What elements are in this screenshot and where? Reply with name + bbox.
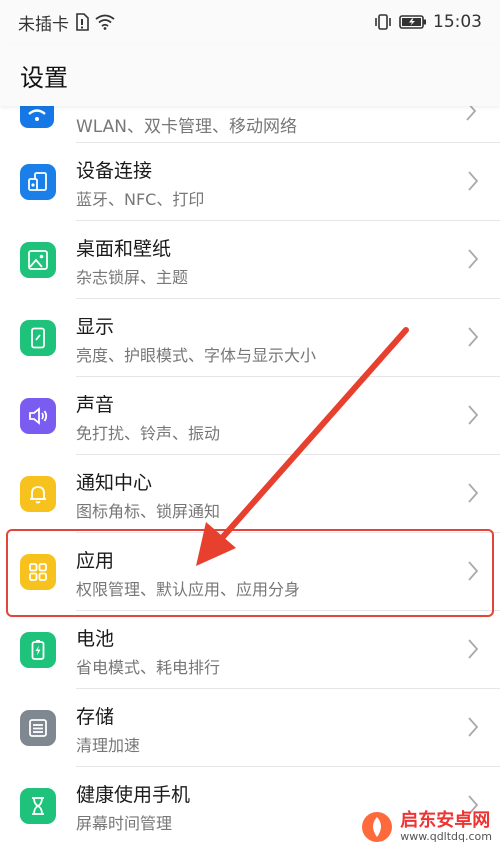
settings-item-subtitle: 杂志锁屏、主题 bbox=[76, 268, 189, 287]
settings-item-storage[interactable]: 存储 清理加速 bbox=[0, 688, 500, 766]
settings-item-wireless[interactable]: WLAN、双卡管理、移动网络 bbox=[0, 106, 500, 142]
row-divider bbox=[76, 610, 500, 611]
wifi-signal-icon bbox=[95, 14, 115, 30]
bell-icon bbox=[20, 476, 56, 512]
chevron-right-icon bbox=[468, 327, 479, 347]
settings-item-subtitle: 权限管理、默认应用、应用分身 bbox=[76, 580, 301, 599]
no-sim-icon bbox=[76, 13, 89, 31]
clock-text: 15:03 bbox=[433, 12, 482, 32]
settings-item-notifications[interactable]: 通知中心 图标角标、锁屏通知 bbox=[0, 454, 500, 532]
settings-item-battery[interactable]: 电池 省电模式、耗电排行 bbox=[0, 610, 500, 688]
vibrate-icon bbox=[375, 14, 391, 30]
display-icon bbox=[20, 320, 56, 356]
row-divider bbox=[76, 376, 500, 377]
carrier-text: 未插卡 bbox=[18, 14, 69, 35]
battery-icon bbox=[20, 632, 56, 668]
status-right: 15:03 bbox=[373, 12, 482, 32]
device-connection-icon bbox=[20, 164, 56, 200]
settings-item-wallpaper[interactable]: 桌面和壁纸 杂志锁屏、主题 bbox=[0, 220, 500, 298]
watermark-url: www.qdltdq.com bbox=[400, 829, 492, 843]
apps-grid-icon bbox=[20, 554, 56, 590]
hourglass-icon bbox=[20, 788, 56, 824]
settings-item-sound[interactable]: 声音 免打扰、铃声、振动 bbox=[0, 376, 500, 454]
row-divider bbox=[76, 688, 500, 689]
settings-item-subtitle: 图标角标、锁屏通知 bbox=[76, 502, 221, 521]
row-divider bbox=[76, 532, 500, 533]
settings-item-title: 设备连接 bbox=[76, 160, 153, 182]
settings-item-subtitle: WLAN、双卡管理、移动网络 bbox=[76, 117, 298, 137]
chevron-right-icon bbox=[468, 249, 479, 269]
row-divider bbox=[76, 298, 500, 299]
watermark-logo-icon bbox=[362, 812, 393, 842]
page-header: 设置 bbox=[0, 44, 500, 106]
watermark: 启东安卓网 www.qdltdq.com bbox=[360, 810, 492, 844]
status-left: 未插卡 bbox=[18, 10, 115, 35]
settings-list: WLAN、双卡管理、移动网络 设备连接 蓝牙、NFC、打印 桌面和壁纸 杂志锁屏… bbox=[0, 106, 500, 844]
settings-item-title: 声音 bbox=[76, 394, 115, 416]
row-divider bbox=[76, 220, 500, 221]
wifi-icon bbox=[20, 106, 54, 128]
status-bar: 未插卡 15:03 bbox=[0, 0, 500, 44]
row-divider bbox=[76, 454, 500, 455]
storage-icon bbox=[20, 710, 56, 746]
settings-item-title: 显示 bbox=[76, 316, 115, 338]
settings-item-title: 电池 bbox=[76, 628, 115, 650]
settings-item-subtitle: 屏幕时间管理 bbox=[76, 814, 173, 833]
wallpaper-icon bbox=[20, 242, 56, 278]
row-divider bbox=[76, 142, 500, 143]
page-title: 设置 bbox=[20, 63, 68, 92]
settings-item-title: 健康使用手机 bbox=[76, 784, 191, 806]
settings-item-title: 存储 bbox=[76, 706, 115, 728]
row-divider bbox=[76, 766, 500, 767]
chevron-right-icon bbox=[468, 639, 479, 659]
chevron-right-icon bbox=[468, 171, 479, 191]
settings-item-apps[interactable]: 应用 权限管理、默认应用、应用分身 bbox=[0, 532, 500, 610]
chevron-right-icon bbox=[468, 483, 479, 503]
watermark-text: 启东安卓网 www.qdltdq.com bbox=[400, 811, 492, 843]
settings-item-display[interactable]: 显示 亮度、护眼模式、字体与显示大小 bbox=[0, 298, 500, 376]
settings-item-title: 应用 bbox=[76, 550, 115, 572]
settings-item-subtitle: 亮度、护眼模式、字体与显示大小 bbox=[76, 346, 317, 365]
settings-item-subtitle: 蓝牙、NFC、打印 bbox=[76, 190, 205, 209]
speaker-icon bbox=[20, 398, 56, 434]
battery-status-icon bbox=[399, 15, 426, 29]
watermark-title: 启东安卓网 bbox=[400, 810, 491, 832]
settings-item-subtitle: 免打扰、铃声、振动 bbox=[76, 424, 221, 443]
chevron-right-icon bbox=[468, 561, 479, 581]
chevron-right-icon bbox=[468, 717, 479, 737]
settings-item-subtitle: 省电模式、耗电排行 bbox=[76, 658, 221, 677]
settings-item-subtitle: 清理加速 bbox=[76, 736, 141, 755]
settings-item-device-connection[interactable]: 设备连接 蓝牙、NFC、打印 bbox=[0, 142, 500, 220]
settings-item-title: 通知中心 bbox=[76, 472, 153, 494]
chevron-right-icon bbox=[468, 405, 479, 425]
settings-item-title: 桌面和壁纸 bbox=[76, 238, 172, 260]
chevron-right-icon bbox=[466, 106, 477, 121]
